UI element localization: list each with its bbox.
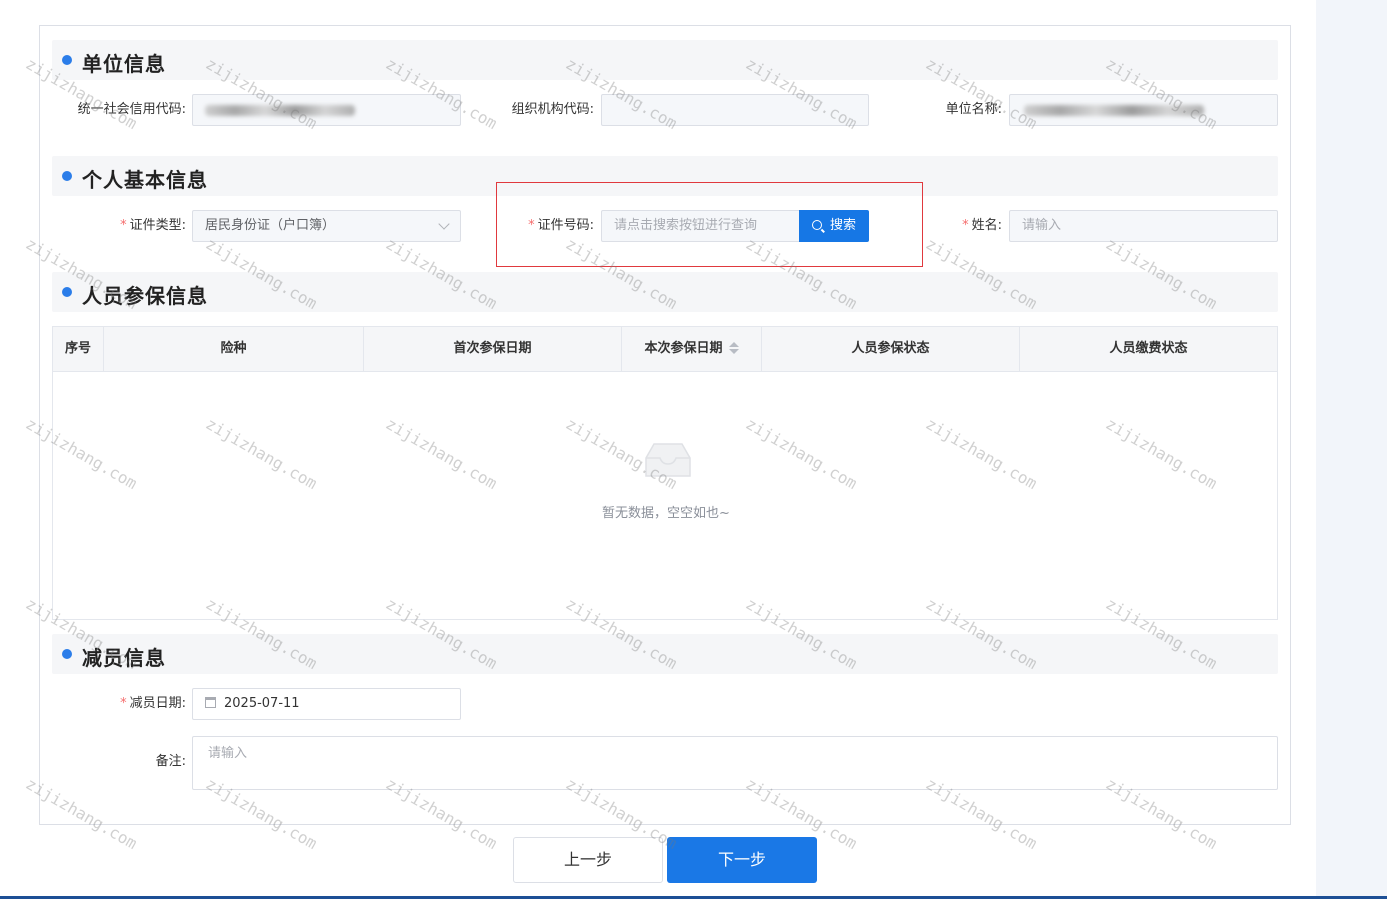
unit-name-field [1009, 94, 1278, 126]
next-step-button[interactable]: 下一步 [667, 837, 817, 883]
section-title: 单位信息 [82, 52, 166, 76]
column-header: 险种 [104, 327, 364, 371]
name-placeholder: 请输入 [1022, 218, 1062, 233]
reduction-date-value: 2025-07-11 [224, 696, 300, 711]
remark-label: 备注: [155, 754, 186, 769]
column-header-label: 本次参保日期 [644, 341, 723, 356]
section-insurance-info: 人员参保信息 [52, 272, 1278, 312]
prev-step-button[interactable]: 上一步 [513, 837, 663, 883]
reduction-date-label: * 减员日期: [120, 696, 186, 711]
section-title: 个人基本信息 [82, 168, 208, 192]
remark-placeholder: 请输入 [208, 746, 248, 761]
section-reduction-info: 减员信息 [52, 634, 1278, 674]
calendar-icon [205, 697, 216, 708]
empty-state-text: 暂无数据，空空如也~ [602, 506, 730, 521]
column-header-sortable[interactable]: 本次参保日期 [622, 327, 762, 371]
column-header: 人员缴费状态 [1109, 341, 1188, 356]
section-title: 减员信息 [82, 646, 166, 670]
table-header: 序号 险种 首次参保日期 本次参保日期 人员参保状态 人员缴费状态 [53, 327, 1277, 372]
blurred-value [205, 105, 355, 116]
sort-icon[interactable] [728, 342, 739, 354]
remark-textarea[interactable]: 请输入 [192, 736, 1278, 790]
reduction-date-picker[interactable]: 2025-07-11 [192, 688, 461, 720]
section-bullet-icon [62, 171, 72, 181]
id-type-label: * 证件类型: [120, 218, 186, 233]
unit-name-label: 单位名称: [945, 102, 1002, 117]
credit-code-label: 统一社会信用代码: [77, 102, 186, 117]
section-bullet-icon [62, 287, 72, 297]
highlight-box [496, 182, 923, 267]
column-header: 人员参保状态 [762, 327, 1020, 371]
section-title: 人员参保信息 [82, 284, 208, 308]
credit-code-field [192, 94, 461, 126]
section-bullet-icon [62, 55, 72, 65]
chevron-down-icon [438, 218, 450, 230]
id-type-value: 居民身份证（户口簿） [205, 218, 336, 233]
id-type-select[interactable]: 居民身份证（户口簿） [192, 210, 461, 242]
column-header: 首次参保日期 [364, 327, 622, 371]
section-unit-info: 单位信息 [52, 40, 1278, 80]
name-input[interactable]: 请输入 [1009, 210, 1278, 242]
blurred-value [1024, 105, 1204, 116]
empty-box-icon [645, 443, 691, 477]
side-strip [1316, 0, 1387, 899]
column-header: 序号 [53, 327, 104, 371]
org-code-label: 组织机构代码: [511, 102, 594, 117]
org-code-field [601, 94, 869, 126]
section-bullet-icon [62, 649, 72, 659]
